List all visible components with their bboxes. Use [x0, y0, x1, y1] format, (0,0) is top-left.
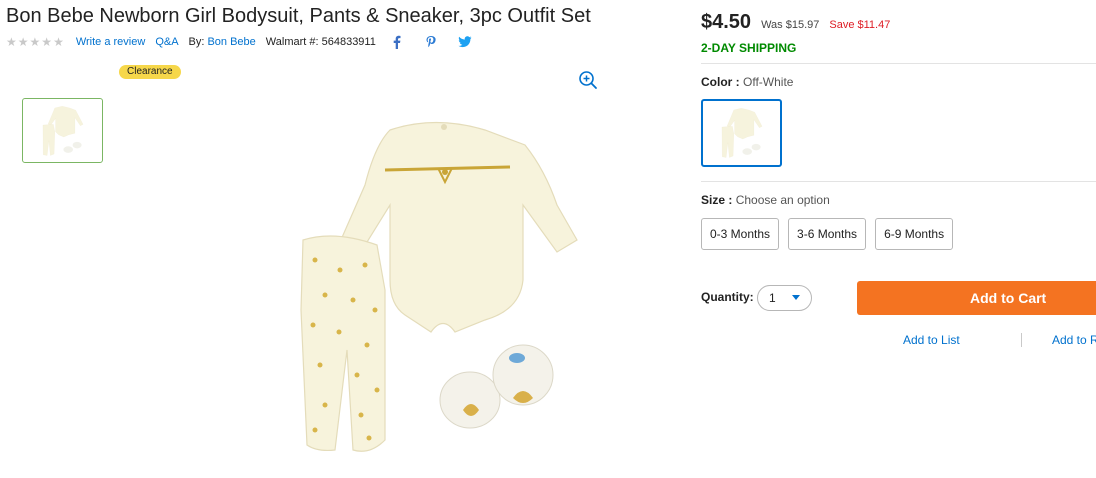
product-main-image[interactable] [295, 110, 585, 460]
size-label: Size : Choose an option [701, 193, 830, 207]
color-label-text: Color : [701, 75, 740, 89]
swatch-image [721, 108, 762, 158]
star-icon: ★ [6, 35, 17, 49]
link-separator [1021, 333, 1022, 347]
write-review-link[interactable]: Write a review [76, 36, 145, 48]
brand-link[interactable]: Bon Bebe [207, 36, 255, 48]
savings-amount: Save $11.47 [829, 19, 891, 31]
color-value: Off-White [743, 75, 794, 89]
star-icon: ★ [29, 35, 41, 49]
price-block: $4.50 Was $15.97 Save $11.47 [701, 11, 890, 34]
was-price: Was $15.97 [761, 19, 820, 31]
quantity-select[interactable]: 1 [757, 285, 812, 311]
product-meta-row: ★ ★ ★ ★ ★ Write a review Q&A By: Bon Beb… [6, 34, 472, 50]
clearance-badge: Clearance [119, 65, 181, 79]
quantity-value: 1 [769, 291, 776, 305]
color-swatch-off-white[interactable] [701, 99, 782, 167]
section-divider [701, 181, 1096, 182]
star-icon: ★ [41, 35, 53, 49]
product-title: Bon Bebe Newborn Girl Bodysuit, Pants & … [6, 5, 591, 27]
qa-link[interactable]: Q&A [155, 36, 178, 48]
star-icon: ★ [17, 35, 29, 49]
add-to-registry-link[interactable]: Add to Registry [1052, 333, 1096, 347]
zoom-in-icon[interactable] [578, 70, 598, 90]
social-share [390, 35, 472, 49]
color-label: Color : Off-White [701, 75, 793, 89]
size-option-6-9-months[interactable]: 6-9 Months [875, 218, 954, 250]
star-icon: ★ [53, 35, 64, 49]
shipping-badge: 2-DAY SHIPPING [701, 41, 797, 55]
size-option-3-6-months[interactable]: 3-6 Months [788, 218, 867, 250]
size-option-0-3-months[interactable]: 0-3 Months [701, 218, 780, 250]
size-value: Choose an option [735, 193, 830, 207]
rating-stars[interactable]: ★ ★ ★ ★ ★ [6, 35, 64, 49]
facebook-icon[interactable] [390, 35, 404, 49]
product-thumbnail[interactable] [22, 98, 103, 163]
outfit-thumbnail-image [42, 105, 83, 156]
add-to-cart-button[interactable]: Add to Cart [857, 281, 1096, 315]
size-label-text: Size : [701, 193, 733, 207]
current-price: $4.50 [701, 11, 752, 33]
walmart-number: Walmart #: 564833911 [265, 36, 376, 48]
by-label: By: [188, 36, 205, 48]
chevron-down-icon [792, 295, 800, 300]
size-options: 0-3 Months 3-6 Months 6-9 Months [701, 218, 954, 250]
quantity-label: Quantity: [701, 290, 754, 304]
add-to-list-link[interactable]: Add to List [903, 333, 960, 347]
pinterest-icon[interactable] [424, 35, 438, 49]
section-divider [701, 63, 1096, 64]
twitter-icon[interactable] [458, 35, 472, 49]
